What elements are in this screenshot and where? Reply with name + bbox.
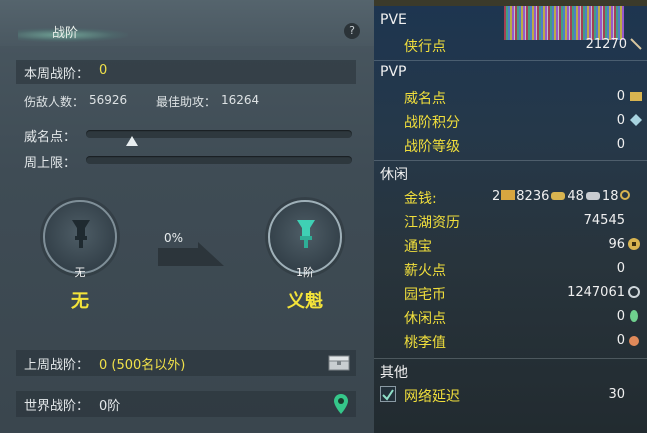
divider: [374, 60, 647, 61]
last-week-rank-value: 0 (500名以外): [99, 358, 186, 373]
sword-icon: [630, 38, 642, 50]
zhanjie-points-label: 战阶积分: [404, 115, 460, 131]
this-week-rank-label: 本周战阶：: [24, 67, 90, 82]
money-gold: 2: [492, 189, 501, 204]
coin-icon: [620, 190, 631, 200]
weiming-value: 0: [616, 89, 625, 104]
next-rank-medal: [268, 200, 342, 274]
tongbao-value: 96: [608, 237, 625, 252]
damage-value: 56926: [89, 93, 128, 107]
latency-checkbox[interactable]: [380, 386, 396, 402]
panel-header: 战阶 ?: [0, 0, 374, 46]
money-values: 2 8236 48 18: [492, 189, 631, 204]
money-silver: 8236: [516, 189, 550, 204]
jianghu-label: 江湖资历: [404, 215, 460, 231]
leisure-header: 休闲: [380, 167, 408, 183]
gold-bar-icon: [501, 190, 516, 200]
xiuxian-value: 0: [616, 309, 625, 324]
world-rank-value: 0阶: [99, 399, 121, 414]
battle-rank-panel: 战阶 ? 本周战阶： 0 伤敌人数： 56926 最佳助攻： 16264 威名点…: [0, 0, 374, 433]
last-week-rank-row: 上周战阶： 0 (500名以外): [16, 350, 356, 376]
money-copper: 48: [567, 189, 584, 204]
next-rank-name: 义魁: [287, 291, 323, 312]
current-rank-name: 无: [71, 291, 89, 312]
progress-arrow-icon: [158, 242, 224, 266]
money-wen: 18: [601, 189, 619, 204]
background-artifact: [504, 6, 624, 40]
latency-value: 30: [608, 387, 625, 402]
xiaxing-value: 21270: [585, 37, 627, 52]
divider: [374, 160, 647, 161]
leaf-icon: [630, 310, 638, 322]
zhanjie-level-label: 战阶等级: [404, 139, 460, 155]
latency-label: 网络延迟: [404, 389, 460, 405]
prestige-label: 威名点：: [24, 130, 77, 145]
silver-ingot-icon: [585, 192, 600, 200]
this-week-rank-value: 0: [99, 63, 108, 78]
taoli-label: 桃李值: [404, 335, 446, 351]
assist-value: 16264: [221, 93, 260, 107]
house-coin-icon: [628, 286, 640, 298]
divider: [374, 358, 647, 359]
panel-title: 战阶: [52, 26, 79, 41]
peach-icon: [629, 336, 639, 346]
coin-icon: [628, 238, 640, 250]
current-rank-medal: [43, 200, 117, 274]
help-icon[interactable]: ?: [344, 23, 360, 39]
prestige-icon: [630, 92, 642, 101]
xinhuo-label: 薪火点: [404, 263, 446, 279]
rank-points-icon: [630, 114, 642, 126]
next-rank-level: 1阶: [296, 266, 314, 279]
damage-label: 伤敌人数：: [24, 95, 85, 109]
tongbao-label: 通宝: [404, 239, 432, 255]
zhanjie-level-value: 0: [616, 137, 625, 152]
weekly-cap-bar: [86, 156, 352, 164]
rank-cup-icon: [297, 220, 315, 248]
assist-label: 最佳助攻：: [156, 95, 217, 109]
weekly-cap-label: 周上限：: [24, 156, 77, 171]
taoli-value: 0: [616, 333, 625, 348]
currency-tooltip-panel: PVE 侠行点 21270 PVP 威名点 0 战阶积分 0 战阶等级 0 休闲…: [374, 0, 647, 433]
yuanzhai-label: 园宅币: [404, 287, 446, 303]
xiuxian-label: 休闲点: [404, 311, 446, 327]
gold-ingot-icon: [551, 192, 566, 200]
world-rank-label: 世界战阶：: [24, 399, 90, 414]
weiming-label: 威名点: [404, 91, 446, 107]
this-week-rank-row: 本周战阶： 0: [16, 60, 356, 84]
checkmark-icon: [382, 389, 394, 401]
rank-cup-icon: [72, 220, 90, 248]
pve-header: PVE: [380, 12, 407, 28]
xinhuo-value: 0: [616, 261, 625, 276]
xiaxing-label: 侠行点: [404, 39, 446, 55]
chest-icon[interactable]: [328, 355, 350, 371]
last-week-rank-label: 上周战阶：: [24, 358, 90, 373]
jianghu-value: 74545: [583, 213, 625, 228]
money-label: 金钱:: [404, 191, 437, 207]
pvp-header: PVP: [380, 64, 407, 80]
world-rank-row: 世界战阶： 0阶: [16, 391, 356, 417]
prestige-marker-icon: [126, 136, 138, 146]
current-rank-level: 无: [74, 266, 86, 279]
location-pin-icon[interactable]: [334, 394, 348, 414]
other-header: 其他: [380, 365, 408, 381]
zhanjie-points-value: 0: [616, 113, 625, 128]
yuanzhai-value: 1247061: [567, 285, 625, 300]
